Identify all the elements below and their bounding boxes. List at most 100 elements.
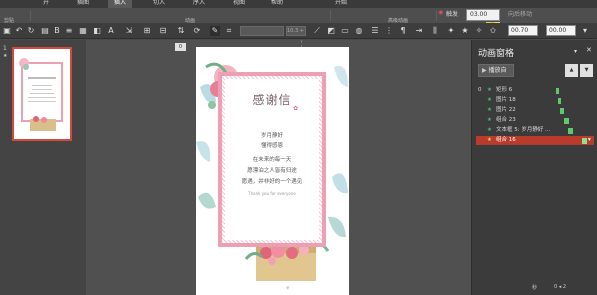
group-icon[interactable]: ⊞ — [142, 26, 152, 36]
ribbon-tabs: 开 插图 插入 切入 序入 视图 帮助 开始 — [0, 0, 597, 8]
animation-item[interactable]: 0 ★ 矩形 6 — [476, 86, 594, 95]
animation-painter-icon[interactable]: ✎ — [210, 26, 220, 36]
animation-item[interactable]: ★ 组合 23 — [476, 116, 594, 125]
line-icon[interactable]: ⟋ — [312, 26, 322, 36]
indent-icon[interactable]: ⇥ — [414, 26, 424, 36]
repeat-input[interactable]: 00.00 — [546, 25, 576, 36]
move-down-button[interactable]: ▼ — [580, 64, 593, 77]
reorder-button[interactable]: 向后移动 — [508, 9, 532, 18]
font-name-input[interactable] — [240, 26, 284, 36]
list-icon[interactable]: ⋮ — [384, 26, 394, 36]
grid-icon[interactable]: ▦ — [78, 26, 88, 36]
tab-1[interactable]: 插图 — [72, 0, 94, 8]
letter-line-4[interactable]: 愿漂泊之人皆有归途 — [225, 166, 319, 174]
tab-3[interactable]: 切入 — [148, 0, 170, 8]
animation-star-icon: ★ — [3, 53, 8, 59]
timing-bar[interactable] — [582, 137, 587, 144]
letter-line-1[interactable]: 岁月静好 — [225, 131, 319, 139]
duration-input[interactable]: 03.00 — [466, 9, 500, 21]
trigger-button[interactable]: 触发 — [446, 9, 458, 18]
star-effect-icon-2[interactable]: ★ — [460, 26, 470, 36]
redo-icon[interactable]: ↻ — [26, 26, 36, 36]
animation-item-label: 组合 16 — [496, 137, 516, 143]
animation-item-label: 图片 22 — [496, 107, 516, 113]
font-size-input[interactable]: 10.3 + — [286, 26, 306, 36]
slide-number: 1 — [3, 45, 7, 52]
entrance-star-icon: ★ — [487, 87, 492, 93]
outline-icon[interactable]: ▭ — [340, 26, 350, 36]
move-up-button[interactable]: ▲ — [565, 64, 578, 77]
timing-bar[interactable] — [564, 117, 569, 124]
slide-thumbnail[interactable] — [12, 47, 72, 141]
anchor-tag-top[interactable]: 0 — [175, 43, 186, 51]
item-dropdown-icon[interactable]: ▾ — [588, 136, 591, 145]
tab-2[interactable]: 插入 — [108, 0, 132, 8]
letter-line-2[interactable]: 懂得感恩 — [225, 141, 319, 149]
star-effect-icon-4[interactable]: ✩ — [488, 26, 498, 36]
fill-icon[interactable]: ◩ — [326, 26, 336, 36]
arrange-icon[interactable]: ⇲ — [124, 26, 134, 36]
animation-item-label: 组合 23 — [496, 117, 516, 123]
rotate-icon[interactable]: ⟳ — [192, 26, 202, 36]
entrance-star-icon: ★ — [487, 117, 492, 123]
entrance-star-icon: ★ — [487, 107, 492, 113]
format-icon[interactable]: ▤ — [40, 26, 50, 36]
quick-toolbar: ▣ ↶ ↻ ▤ B ≡ ▦ ◧ A ⇲ ⊞ ⊟ ⇅ ⟳ ✎ ⌗ 10.3 + ⟋… — [0, 23, 597, 39]
animation-item[interactable]: ★ 文本框 5: 岁月静好 ... — [476, 126, 594, 135]
bold-icon[interactable]: B — [52, 26, 62, 36]
slide[interactable]: 感谢信 ✿ 岁月静好 懂得感恩 在未来的每一天 愿漂泊之人皆有归途 愿遇，并非好… — [196, 47, 349, 295]
timing-bar[interactable] — [568, 127, 573, 134]
animation-item-selected[interactable]: ★ 组合 16 ▾ — [476, 136, 594, 145]
canvas-scroll-icon[interactable]: ▾ — [286, 284, 290, 292]
order-icon[interactable]: ⇅ — [176, 26, 186, 36]
shape-icon[interactable]: ◧ — [92, 26, 102, 36]
entrance-star-icon: ★ — [487, 137, 492, 143]
letter-body: 感谢信 ✿ 岁月静好 懂得感恩 在未来的每一天 愿漂泊之人皆有归途 愿遇，并非好… — [225, 79, 319, 240]
ribbon-divider — [330, 10, 331, 21]
undo-icon[interactable]: ↶ — [14, 26, 24, 36]
pane-menu-icon[interactable]: ▾ — [574, 48, 577, 55]
star-effect-icon-3[interactable]: ✧ — [474, 26, 484, 36]
paragraph-icon[interactable]: ¶ — [398, 26, 408, 36]
pink-frame: 感谢信 ✿ 岁月静好 懂得感恩 在未来的每一天 愿漂泊之人皆有归途 愿遇，并非好… — [218, 72, 326, 247]
trigger-icon: ◉ — [438, 9, 444, 16]
pane-title: 动画窗格 — [478, 49, 515, 59]
text-align-icon[interactable]: ☰ — [370, 26, 380, 36]
tab-5[interactable]: 视图 — [228, 0, 250, 8]
tab-7[interactable]: 开始 — [330, 0, 352, 8]
star-effect-icon[interactable]: ✦ — [446, 26, 456, 36]
animation-pane: 动画窗格 ▾ ✕ ▶ 播放自 ▲ ▼ 0 ★ 矩形 6 ★ 图片 18 ★ 图片… — [471, 40, 597, 295]
ribbon-body: 剪贴 动画 高级动画 ◉ 触发 03.00 时间 向后移动 — [0, 8, 597, 27]
save-icon[interactable]: ▣ — [2, 26, 12, 36]
letter-line-5[interactable]: 愿遇，并非好的一个遇见 — [225, 177, 319, 185]
columns-icon[interactable]: ⫼ — [430, 26, 440, 36]
play-from-label: 播放自 — [488, 67, 507, 74]
timeline-zoom[interactable]: 0 ◂ 2 — [554, 284, 566, 290]
tab-6[interactable]: 帮助 — [266, 0, 288, 8]
tab-0[interactable]: 开 — [36, 0, 56, 8]
slide-title[interactable]: 感谢信 — [225, 91, 319, 108]
delay-input[interactable]: 00.70 — [508, 25, 538, 36]
timing-bar[interactable] — [556, 87, 559, 94]
tab-4[interactable]: 序入 — [188, 0, 210, 8]
animation-item[interactable]: ★ 图片 22 — [476, 106, 594, 115]
text-icon[interactable]: A — [106, 26, 116, 36]
distribute-icon[interactable]: ⊟ — [158, 26, 168, 36]
timeline-unit: 秒 — [532, 285, 538, 291]
effect-icon[interactable]: ◍ — [354, 26, 364, 36]
timing-bar[interactable] — [558, 97, 561, 104]
letter-line-3[interactable]: 在未来的每一天 — [225, 155, 319, 163]
close-icon[interactable]: ✕ — [586, 46, 592, 54]
timing-bar[interactable] — [560, 107, 564, 114]
animation-item-number: 0 — [478, 87, 482, 93]
animation-item[interactable]: ★ 图片 18 — [476, 96, 594, 105]
slide-thumbnail-panel: 1 ★ — [0, 40, 86, 295]
dropdown-icon[interactable]: ▾ — [580, 26, 590, 36]
align-icon[interactable]: ≡ — [64, 26, 74, 36]
animation-item-label: 文本框 5: 岁月静好 ... — [496, 127, 551, 133]
rose-icon: ✿ — [293, 105, 299, 112]
play-from-button[interactable]: ▶ 播放自 — [478, 64, 514, 77]
crop-icon[interactable]: ⌗ — [224, 26, 234, 36]
pane-timeline: 秒 0 ◂ 2 — [476, 284, 594, 294]
thumbnail-preview — [19, 58, 63, 131]
